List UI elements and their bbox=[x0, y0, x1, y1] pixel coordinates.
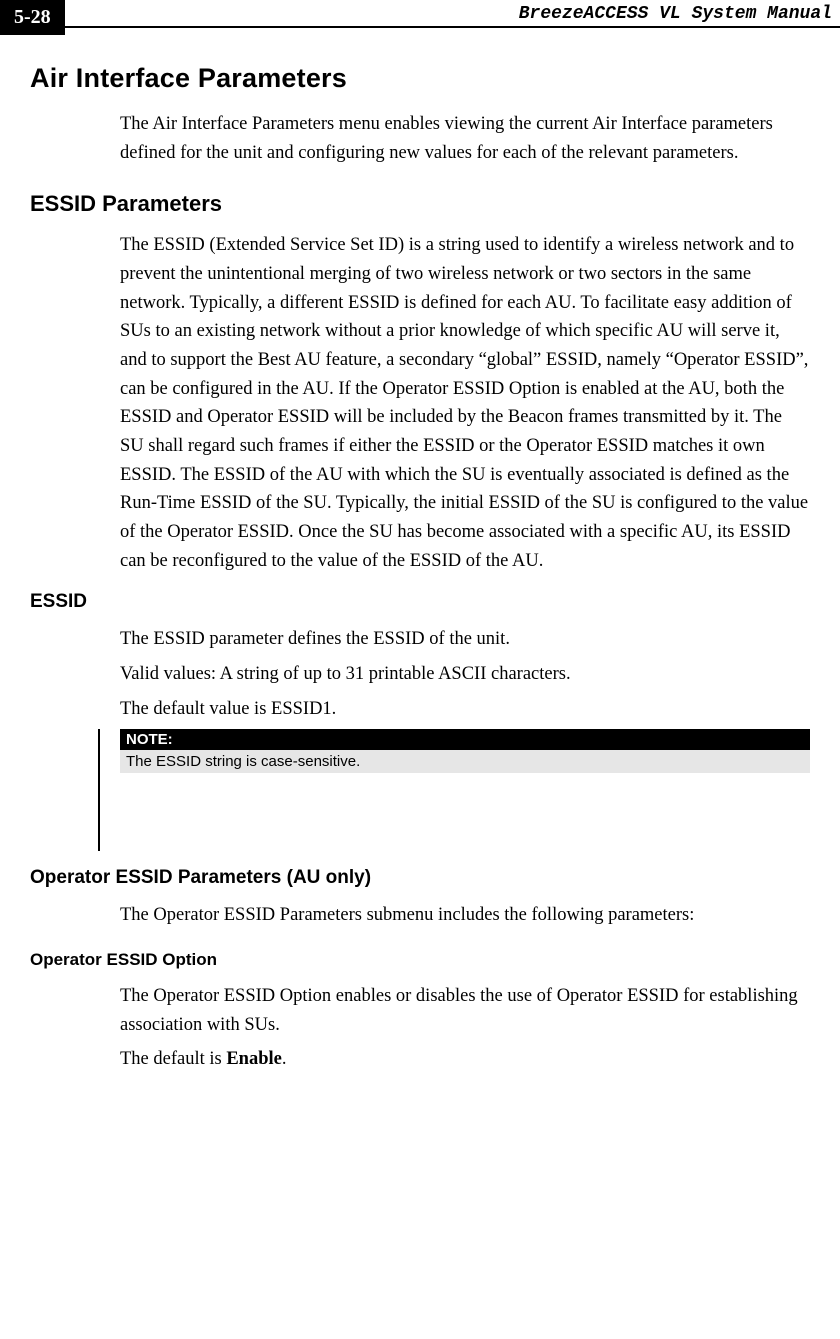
para-operator-essid-option-default: The default is Enable. bbox=[120, 1045, 810, 1074]
para-essid-parameters: The ESSID (Extended Service Set ID) is a… bbox=[120, 231, 810, 575]
manual-title: BreezeACCESS VL System Manual bbox=[65, 0, 840, 26]
heading-air-interface-parameters: Air Interface Parameters bbox=[30, 63, 810, 94]
header-right: BreezeACCESS VL System Manual bbox=[65, 0, 840, 35]
header-rule bbox=[65, 26, 840, 28]
default-suffix: . bbox=[282, 1049, 287, 1069]
note-label: NOTE: bbox=[120, 729, 810, 750]
para-operator-essid-parameters: The Operator ESSID Parameters submenu in… bbox=[120, 901, 810, 930]
page-number: 5-28 bbox=[0, 0, 65, 35]
document-page: 5-28 BreezeACCESS VL System Manual Air I… bbox=[0, 0, 840, 1339]
para-essid-default: The default value is ESSID1. bbox=[120, 695, 810, 724]
heading-operator-essid-option: Operator ESSID Option bbox=[30, 950, 810, 970]
default-prefix: The default is bbox=[120, 1049, 226, 1069]
para-essid-def: The ESSID parameter defines the ESSID of… bbox=[120, 625, 810, 654]
heading-operator-essid-parameters: Operator ESSID Parameters (AU only) bbox=[30, 867, 810, 889]
para-essid-valid-values: Valid values: A string of up to 31 print… bbox=[120, 660, 810, 689]
para-air-interface-intro: The Air Interface Parameters menu enable… bbox=[120, 110, 810, 167]
note-text: The ESSID string is case-sensitive. bbox=[120, 750, 810, 773]
note-side-rule bbox=[98, 729, 100, 851]
para-operator-essid-option-desc: The Operator ESSID Option enables or dis… bbox=[120, 982, 810, 1039]
heading-essid-parameters: ESSID Parameters bbox=[30, 191, 810, 217]
note-body: NOTE: The ESSID string is case-sensitive… bbox=[120, 729, 810, 851]
default-value-bold: Enable bbox=[226, 1049, 282, 1069]
heading-essid: ESSID bbox=[30, 591, 810, 613]
page-header: 5-28 BreezeACCESS VL System Manual bbox=[0, 0, 840, 35]
note-block: NOTE: The ESSID string is case-sensitive… bbox=[98, 729, 810, 851]
